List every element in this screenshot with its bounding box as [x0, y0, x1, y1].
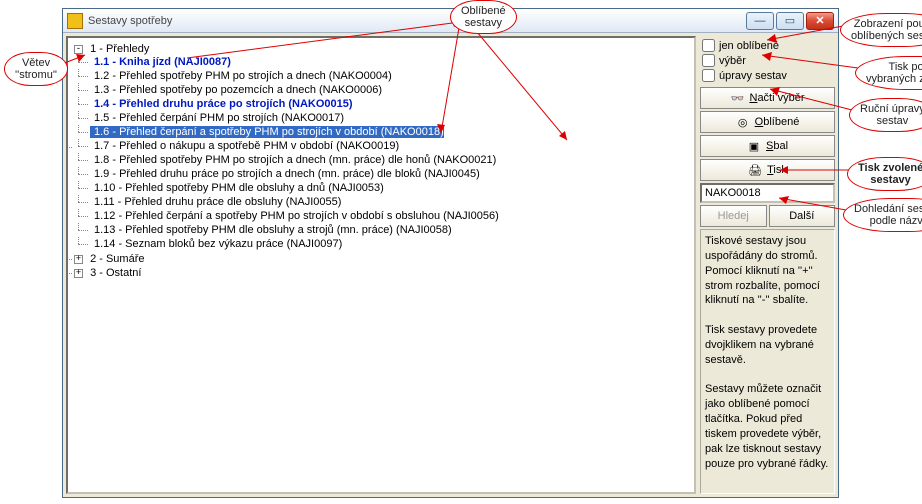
printer-icon: 🖨	[748, 164, 762, 177]
search-input[interactable]: NAKO0018	[700, 183, 835, 203]
tree-pane[interactable]: - 1 - Přehledy 1.1 - Kniha jízd (NAJI008…	[66, 36, 696, 494]
callout-manual-edits: Ruční úpravysestav	[849, 98, 922, 132]
callout-print-chosen: Tisk zvolenésestavy	[847, 157, 922, 191]
help-text: Tiskové sestavy jsou uspořádány do strom…	[700, 229, 835, 494]
tree-item[interactable]: 1.12 - Přehled čerpání a spotřeby PHM po…	[90, 209, 692, 223]
load-selection-button[interactable]: 👓 Načti výběr	[700, 87, 835, 109]
search-find-button[interactable]: Hledej	[700, 205, 767, 227]
side-panel: jen oblíbené výběr úpravy sestav 👓 Načti…	[700, 36, 835, 494]
search-next-button[interactable]: Další	[769, 205, 836, 227]
favorites-button[interactable]: ◎ Oblíbené	[700, 111, 835, 133]
tree-item[interactable]: 1.9 - Přehled druhu práce po strojích a …	[90, 167, 692, 181]
collapse-icon: ▣	[747, 140, 761, 153]
collapse-button[interactable]: ▣ Sbal	[700, 135, 835, 157]
tree-item[interactable]: 1.11 - Přehled druhu práce dle obsluhy (…	[90, 195, 692, 209]
glasses-icon: 👓	[730, 92, 744, 105]
minimize-button[interactable]: —	[746, 12, 774, 30]
tree-item[interactable]: 1.8 - Přehled spotřeby PHM po strojích a…	[90, 153, 692, 167]
tree-node[interactable]: + 3 - Ostatní	[74, 266, 692, 280]
print-button[interactable]: 🖨 Tisk	[700, 159, 835, 181]
tree-item[interactable]: 1.5 - Přehled čerpání PHM po strojích (N…	[90, 111, 692, 125]
callout-print-selection: Tisk pouzevybraných záznamů	[855, 56, 922, 90]
maximize-button[interactable]: ▭	[776, 12, 804, 30]
tree-item[interactable]: 1.6 - Přehled čerpání a spotřeby PHM po …	[90, 125, 692, 139]
callout-search-name: Dohledání sestavypodle názvu	[843, 198, 922, 232]
tree-item[interactable]: 1.13 - Přehled spotřeby PHM dle obsluhy …	[90, 223, 692, 237]
target-icon: ◎	[736, 116, 750, 129]
tree-item[interactable]: 1.14 - Seznam bloků bez výkazu práce (NA…	[90, 237, 692, 251]
callout-favorite-sets: Oblíbenésestavy	[450, 0, 517, 34]
tree-node[interactable]: + 2 - Sumáře	[74, 252, 692, 266]
tree-node-root[interactable]: - 1 - Přehledy 1.1 - Kniha jízd (NAJI008…	[74, 42, 692, 252]
tree-item[interactable]: 1.4 - Přehled druhu práce po strojích (N…	[90, 97, 692, 111]
app-icon	[67, 13, 83, 29]
window: Sestavy spotřeby — ▭ ✕ - 1 - Přehledy 1.…	[62, 8, 839, 498]
callout-show-favorites: Zobrazení pouzeoblíbených sestav	[840, 13, 922, 47]
check-favorites[interactable]: jen oblíbené	[700, 38, 835, 53]
check-edits[interactable]: úpravy sestav	[700, 68, 835, 83]
tree-item[interactable]: 1.7 - Přehled o nákupu a spotřebě PHM v …	[90, 139, 692, 153]
tree-item[interactable]: 1.1 - Kniha jízd (NAJI0087)	[90, 55, 692, 69]
expander-icon[interactable]: -	[74, 45, 83, 54]
check-selection[interactable]: výběr	[700, 53, 835, 68]
expander-icon[interactable]: +	[74, 269, 83, 278]
window-title: Sestavy spotřeby	[88, 15, 746, 27]
expander-icon[interactable]: +	[74, 255, 83, 264]
tree-item[interactable]: 1.10 - Přehled spotřeby PHM dle obsluhy …	[90, 181, 692, 195]
tree-item[interactable]: 1.3 - Přehled spotřeby po pozemcích a dn…	[90, 83, 692, 97]
close-button[interactable]: ✕	[806, 12, 834, 30]
callout-branch: Větev''stromu''	[4, 52, 68, 86]
report-tree: - 1 - Přehledy 1.1 - Kniha jízd (NAJI008…	[70, 42, 692, 280]
tree-item[interactable]: 1.2 - Přehled spotřeby PHM po strojích a…	[90, 69, 692, 83]
